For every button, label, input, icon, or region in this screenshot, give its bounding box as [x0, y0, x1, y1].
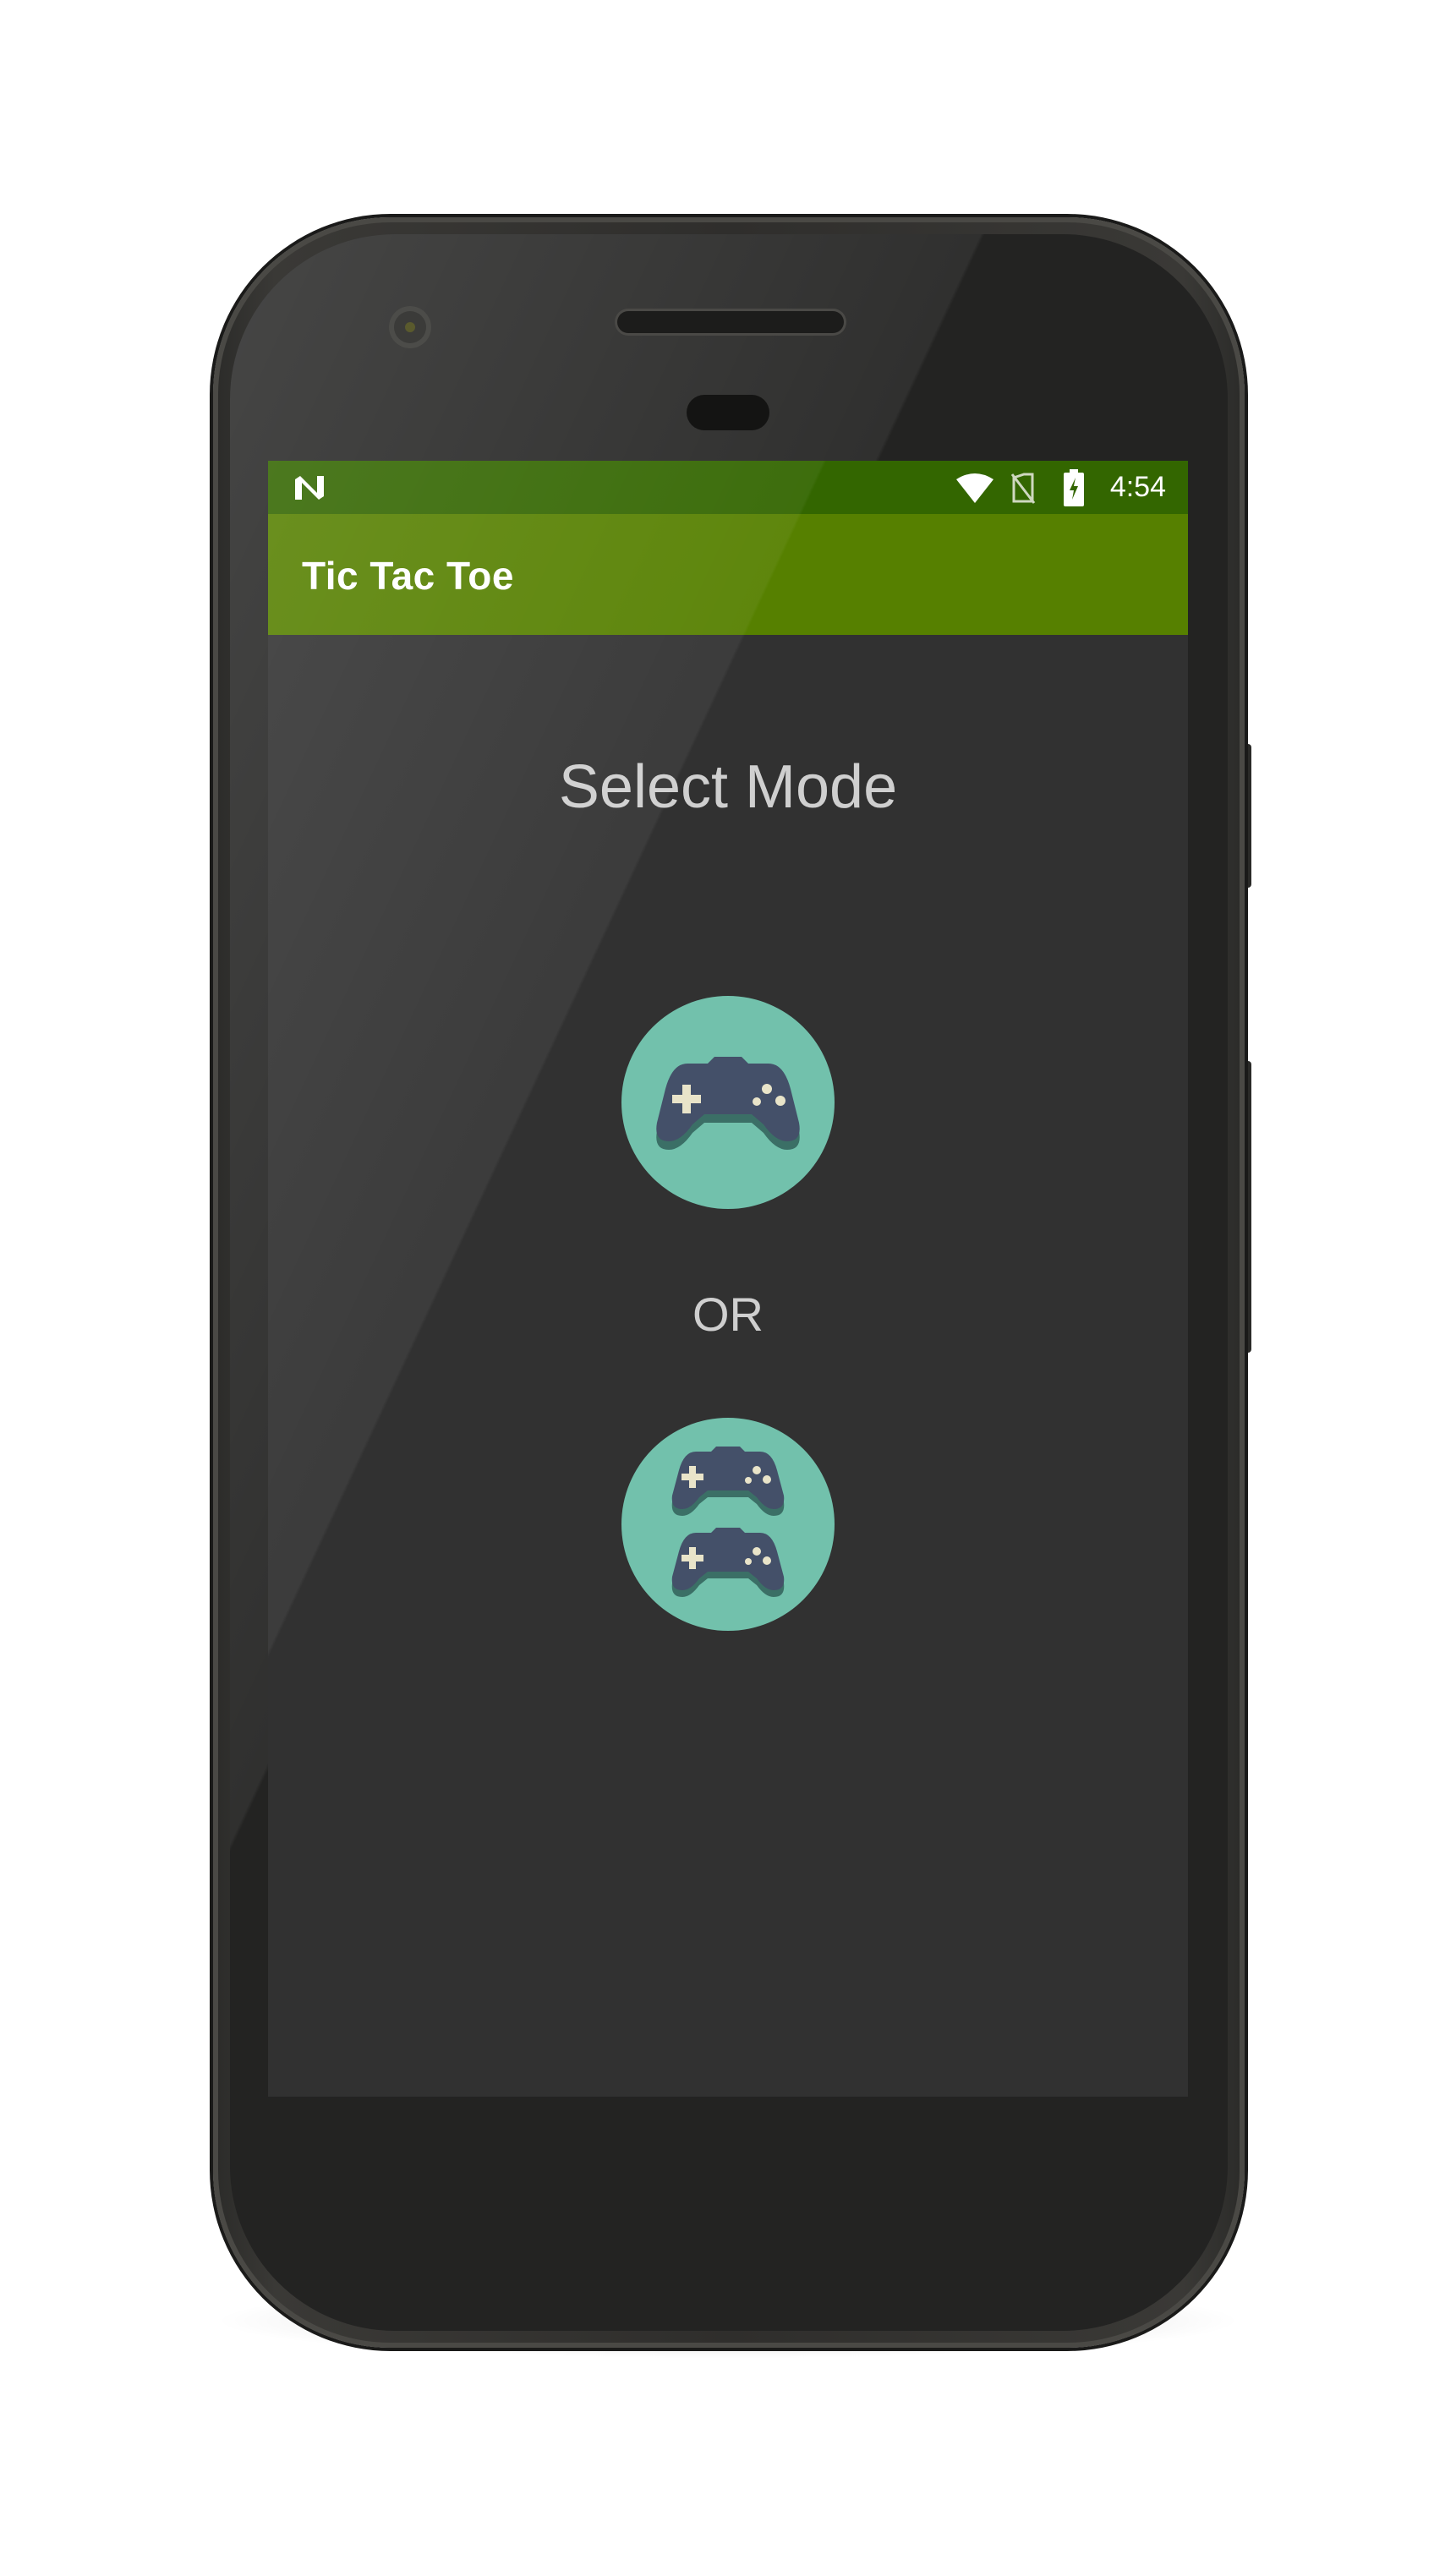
- n-notification-icon: [295, 476, 324, 500]
- earpiece-speaker: [617, 311, 844, 333]
- gamepad-icon: [656, 1057, 800, 1150]
- status-bar: 4:54: [268, 461, 1188, 514]
- no-sim-icon: [1010, 473, 1036, 504]
- wifi-icon: [956, 473, 993, 503]
- screen: 4:54 Tic Tac Toe Select Mode OR: [268, 461, 1188, 2097]
- front-camera: [389, 306, 431, 348]
- app-title: Tic Tac Toe: [302, 554, 514, 598]
- two-player-button[interactable]: [621, 1418, 835, 1631]
- or-separator: OR: [692, 1288, 764, 1341]
- status-time: 4:54: [1109, 471, 1166, 503]
- battery-charging-icon: [1064, 469, 1084, 506]
- select-mode-heading: Select Mode: [558, 753, 898, 821]
- proximity-sensor: [687, 395, 769, 430]
- screen-glare: [268, 461, 1188, 2097]
- single-player-button[interactable]: [621, 996, 835, 1209]
- two-gamepads-icon: [671, 1447, 785, 1597]
- device-mockup: 4:54 Tic Tac Toe Select Mode OR: [0, 0, 1456, 2576]
- app-bar: Tic Tac Toe: [268, 514, 1188, 635]
